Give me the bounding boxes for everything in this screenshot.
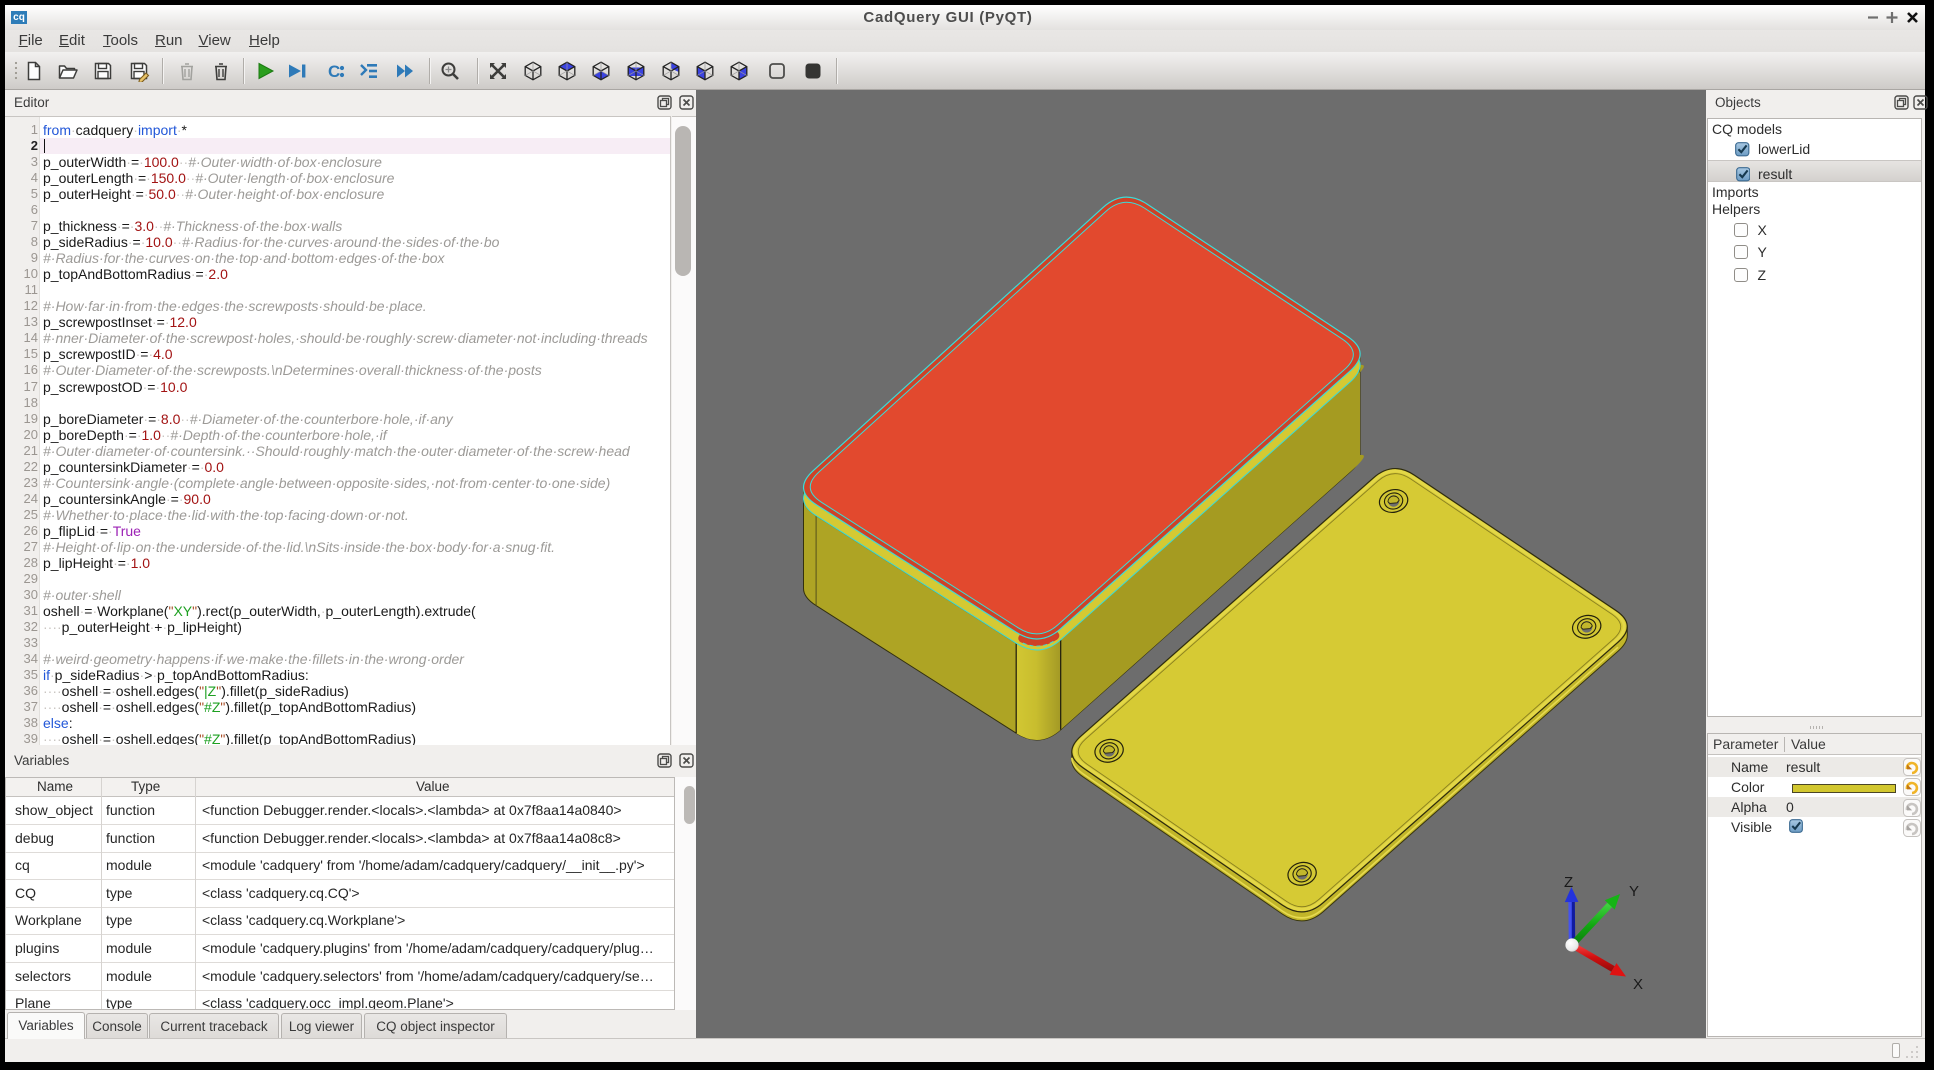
svg-text:X: X [1633,976,1643,993]
svg-text:C: C [328,62,340,81]
svg-text:Z: Z [1564,874,1573,891]
svg-text:Y: Y [1629,883,1639,900]
